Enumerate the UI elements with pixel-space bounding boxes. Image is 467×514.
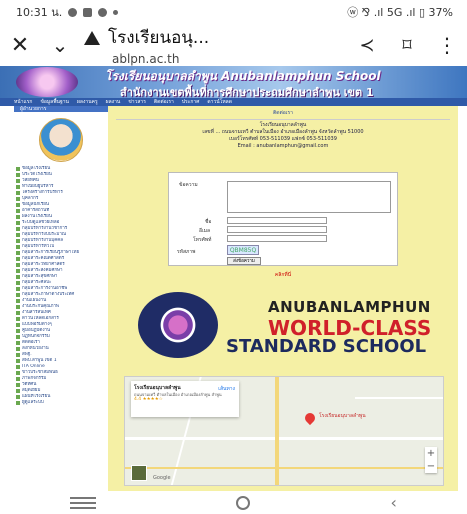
contact-form: ข้อความ ชื่อ อีเมล โทรศัพท์ รหัสภาพ QBM8… xyxy=(168,172,398,266)
world-class-logo: ANUBANLAMPHUN WORLD-CLASS STANDARD SCHOO… xyxy=(138,286,443,372)
share-icon[interactable]: ≺ xyxy=(347,25,387,65)
page-title: โรงเรียนอนุ... xyxy=(108,28,210,48)
map-pin-label: โรงเรียนอนุบาลลำพูน xyxy=(319,413,366,419)
menu-item-contact[interactable]: ติดต่อเรา xyxy=(154,98,174,106)
captcha-label: รหัสภาพ xyxy=(177,249,196,255)
gallery-icon xyxy=(83,7,93,17)
contact-email[interactable]: Email : anubanlamphun@gmail.com xyxy=(108,143,458,150)
signal-battery-text: ⓦ ⅋ .ıl 5G .ıl ▯ 37% xyxy=(347,6,453,19)
contact-address: เลขที่ ... ถนนจามเทวี ตำบลในเมือง อำเภอเ… xyxy=(202,129,364,135)
site-menu: หน้าแรก ข้อมูลพื้นฐาน ผลงานครู ผลงาน ข่า… xyxy=(0,98,467,106)
phone-label: โทรศัพท์ xyxy=(193,237,212,243)
name-input[interactable] xyxy=(227,217,327,224)
contact-header: ติดต่อเรา xyxy=(273,110,293,116)
contact-school: โรงเรียนอนุบาลลำพูน xyxy=(259,122,307,128)
app-icon-2 xyxy=(113,9,119,15)
zoom-in-icon[interactable]: + xyxy=(425,447,437,460)
map-place-card[interactable]: โรงเรียนอนุบาลลำพูน ถนนจามเทวี ตำบลในเมื… xyxy=(131,381,239,417)
zoom-out-icon[interactable]: − xyxy=(425,460,437,473)
embedded-map[interactable]: โรงเรียนอนุบาลลำพูน ถนนจามเทวี ตำบลในเมื… xyxy=(124,376,444,486)
world-class-emblem xyxy=(138,292,218,358)
message-textarea[interactable] xyxy=(227,181,391,213)
android-nav-bar: ‹ xyxy=(0,491,467,514)
school-logo xyxy=(16,67,78,97)
back-icon[interactable]: ‹ xyxy=(390,493,396,512)
name-label: ชื่อ xyxy=(205,219,212,225)
form-link[interactable]: คลิกที่นี่ xyxy=(108,271,458,279)
submit-button[interactable]: ส่งข้อความ xyxy=(227,257,261,265)
captcha-image: QBM85Q xyxy=(227,245,259,255)
divider xyxy=(116,119,450,120)
email-input[interactable] xyxy=(227,226,327,233)
warning-icon[interactable] xyxy=(84,30,100,45)
menu-item-teacher[interactable]: ผลงานครู xyxy=(77,98,98,106)
map-brand: Google xyxy=(153,475,171,481)
browser-toolbar: ✕ ⌄ โรงเรียนอนุ... ablpn.ac.th ≺ ⌑ ⋮ xyxy=(0,24,467,66)
recent-apps-icon[interactable] xyxy=(70,496,97,509)
page-url: ablpn.ac.th xyxy=(112,52,180,66)
menu-item-works[interactable]: ผลงาน xyxy=(106,98,121,106)
more-options-icon[interactable]: ⋮ xyxy=(427,25,467,65)
sidebar-heading: ผู้อำนวยการ xyxy=(14,106,108,112)
message-label: ข้อความ xyxy=(179,182,198,188)
sidebar-item[interactable]: ผู้ดูแลระบบ xyxy=(14,400,108,406)
clock: 10:31 น. xyxy=(16,6,63,19)
home-icon[interactable] xyxy=(236,495,251,510)
map-satellite-toggle[interactable] xyxy=(131,465,147,481)
bookmark-icon[interactable]: ⌑ xyxy=(387,25,427,65)
menu-item-announce[interactable]: ประกาศ xyxy=(182,98,200,106)
map-road xyxy=(125,437,443,440)
map-road-main xyxy=(275,377,279,485)
app-icon xyxy=(98,7,108,17)
notification-icon xyxy=(68,7,78,17)
chevron-down-icon[interactable]: ⌄ xyxy=(40,25,80,65)
menu-item-news[interactable]: ข่าวสาร xyxy=(128,98,146,106)
contact-phone: เบอร์โทรศัพท์ 053-511039 แฟกซ์ 053-51103… xyxy=(229,136,337,142)
map-zoom-control: + − xyxy=(425,447,437,473)
close-icon[interactable]: ✕ xyxy=(0,25,40,65)
map-place-rating: 4.4 ★★★★☆ xyxy=(134,397,163,402)
menu-item-download[interactable]: ดาวน์โหลด xyxy=(207,98,232,106)
site-banner: โรงเรียนอนุบาลลำพูน Anubanlamphun School… xyxy=(0,66,467,99)
wc-line-1: ANUBANLAMPHUN xyxy=(268,298,431,316)
map-road-3 xyxy=(355,397,443,399)
director-avatar xyxy=(39,118,83,162)
phone-input[interactable] xyxy=(227,235,327,242)
wc-line-3: STANDARD SCHOOL xyxy=(226,336,427,357)
left-sidebar: ผู้อำนวยการ ข้อมูลโรงเรียน ประวัติโรงเรีย… xyxy=(14,106,108,491)
menu-item-home[interactable]: หน้าแรก xyxy=(14,98,32,106)
email-label: อีเมล xyxy=(199,228,211,234)
web-content: โรงเรียนอนุบาลลำพูน Anubanlamphun School… xyxy=(0,66,467,491)
phone-screen: 10:31 น. ⓦ ⅋ .ıl 5G .ıl ▯ 37% ✕ ⌄ โรงเรี… xyxy=(0,0,467,514)
status-bar: 10:31 น. ⓦ ⅋ .ıl 5G .ıl ▯ 37% xyxy=(0,0,467,24)
page-title-area[interactable]: โรงเรียนอนุ... ablpn.ac.th xyxy=(80,24,347,66)
menu-item-info[interactable]: ข้อมูลพื้นฐาน xyxy=(40,98,68,106)
map-pin-icon[interactable] xyxy=(302,410,318,426)
sidebar-list: ข้อมูลโรงเรียน ประวัติโรงเรียน วิสัยทัศน์ท… xyxy=(14,166,108,406)
map-road-4 xyxy=(125,467,443,469)
map-directions-link[interactable]: เส้นทาง xyxy=(218,385,235,393)
main-panel: ติดต่อเรา โรงเรียนอนุบาลลำพูน เลขที่ ...… xyxy=(108,106,458,491)
